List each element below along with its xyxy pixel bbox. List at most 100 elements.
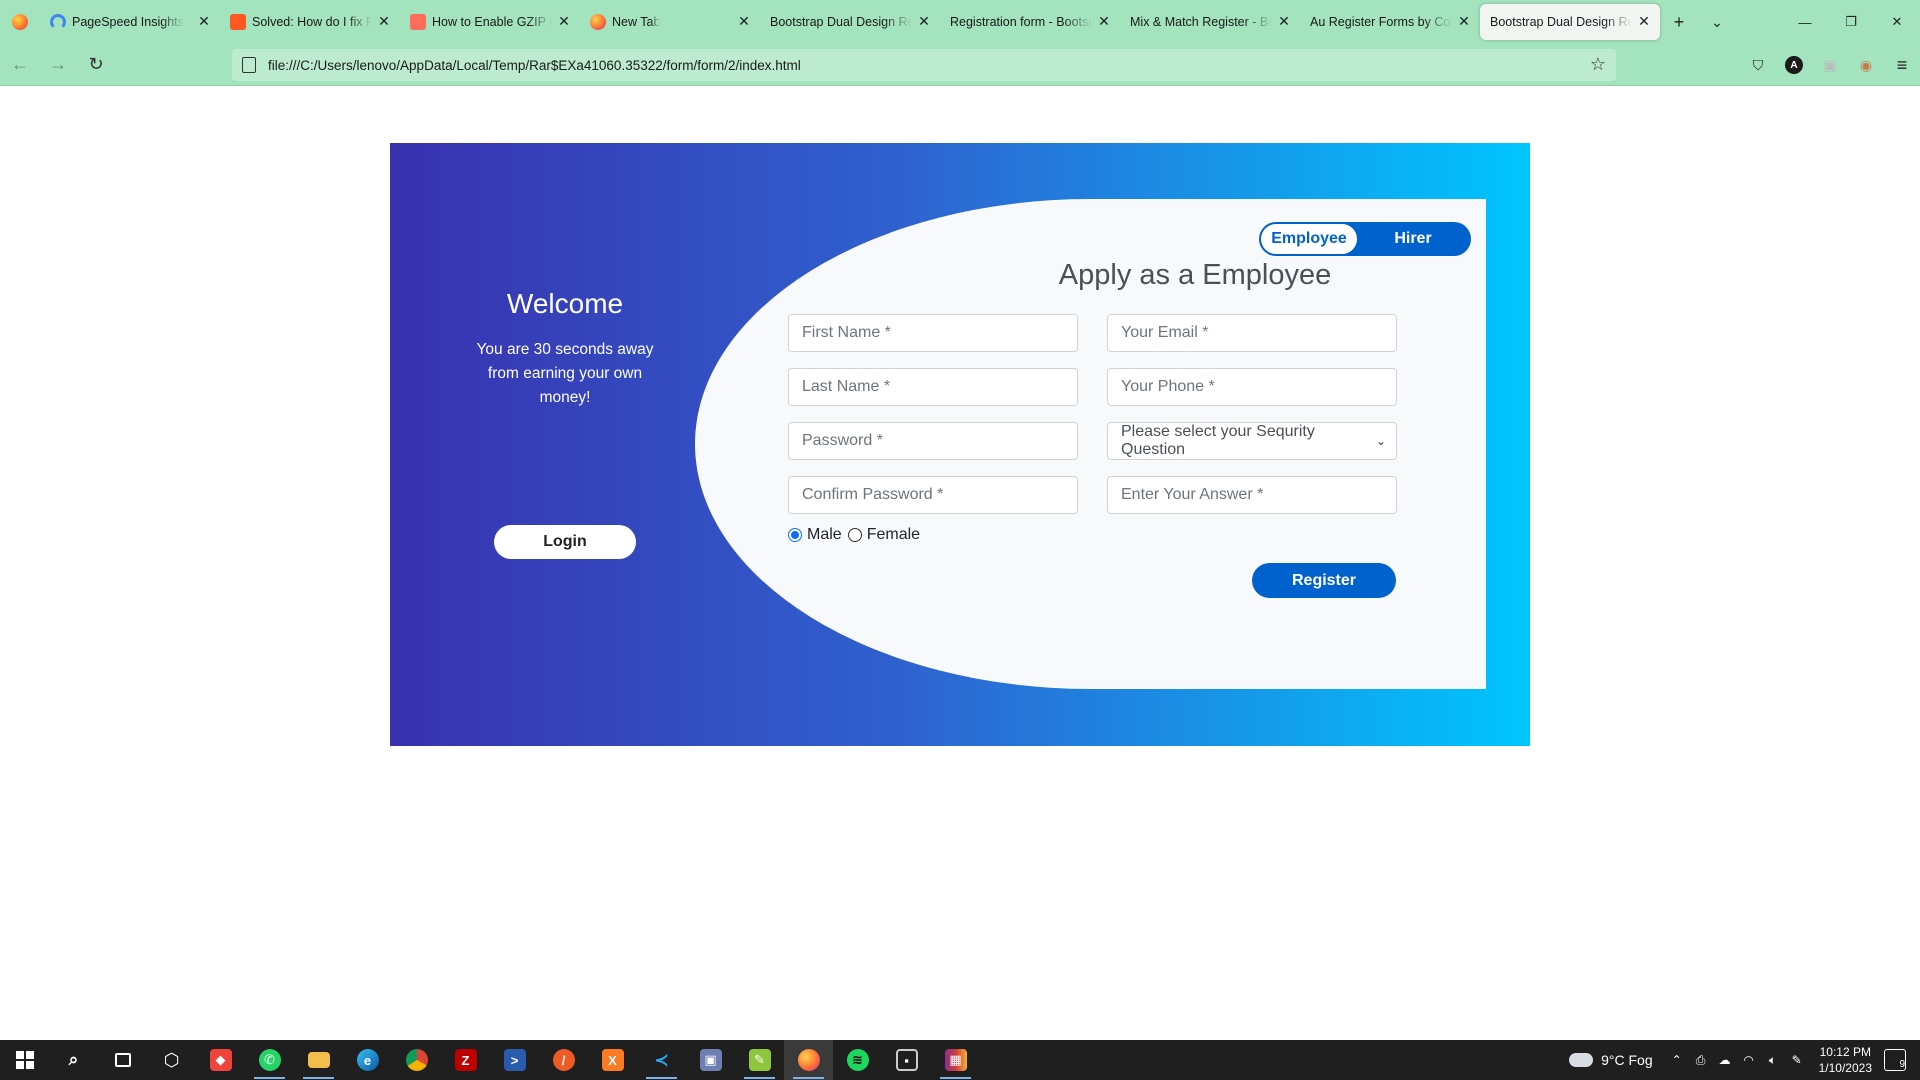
tab-title: Solved: How do I fix Pa — [252, 15, 372, 29]
male-label: Male — [807, 526, 842, 543]
password-input[interactable]: Password * — [788, 422, 1078, 460]
close-tab-icon[interactable]: ✕ — [1096, 13, 1112, 29]
minimize-icon[interactable]: — — [1782, 0, 1828, 44]
tab-solved[interactable]: Solved: How do I fix Pa ✕ — [220, 4, 400, 40]
tab-title: Mix & Match Register - Boo — [1130, 15, 1272, 29]
search-icon[interactable]: ⌕ — [49, 1040, 98, 1080]
spotify-icon[interactable]: ≋ — [833, 1040, 882, 1080]
close-tab-icon[interactable]: ✕ — [916, 13, 932, 29]
solved-icon — [230, 14, 246, 30]
clock-time: 10:12 PM — [1819, 1045, 1871, 1059]
virtualbox-icon[interactable]: ▣ — [686, 1040, 735, 1080]
confirm-password-input[interactable]: Confirm Password * — [788, 476, 1078, 514]
list-tabs-chevron-icon[interactable]: ⌄ — [1698, 6, 1736, 38]
wifi-icon[interactable]: ◠ — [1738, 1053, 1760, 1067]
female-radio[interactable] — [847, 528, 862, 542]
first-name-input[interactable]: First Name * — [788, 314, 1078, 352]
menu-hamburger-icon[interactable]: ≡ — [1884, 49, 1920, 81]
xampp-icon[interactable]: X — [588, 1040, 637, 1080]
register-card: Welcome You are 30 seconds away from ear… — [390, 143, 1530, 746]
male-radio[interactable] — [788, 528, 802, 542]
bookmark-star-icon[interactable]: ☆ — [1590, 54, 1606, 75]
form-panel: Employee Hirer Apply as a Employee First… — [695, 199, 1486, 689]
cloud-icon — [1569, 1053, 1594, 1067]
pen-icon[interactable]: ✎ — [1786, 1053, 1808, 1067]
answer-input[interactable]: Enter Your Answer * — [1107, 476, 1397, 514]
user-type-toggle[interactable]: Employee Hirer — [1259, 222, 1471, 256]
tab-bootstrap-dual[interactable]: Bootstrap Dual Design Reg ✕ — [760, 4, 940, 40]
login-button[interactable]: Login — [494, 525, 636, 559]
phone-placeholder: Your Phone * — [1121, 378, 1215, 395]
notepad-plus-icon[interactable]: ✎ — [735, 1040, 784, 1080]
powershell-icon[interactable]: > — [490, 1040, 539, 1080]
email-input[interactable]: Your Email * — [1107, 314, 1397, 352]
close-tab-icon[interactable]: ✕ — [736, 13, 752, 29]
tab-new-tab[interactable]: New Tab ✕ — [580, 4, 760, 40]
onedrive-icon[interactable]: ☁ — [1714, 1053, 1736, 1067]
clock[interactable]: 10:12 PM 1/10/2023 — [1819, 1044, 1872, 1076]
edge-icon[interactable]: e — [343, 1040, 392, 1080]
whatsapp-icon[interactable]: ✆ — [245, 1040, 294, 1080]
phone-input[interactable]: Your Phone * — [1107, 368, 1397, 406]
usb-icon[interactable]: ⎙ — [1690, 1053, 1712, 1068]
address-bar[interactable]: file:///C:/Users/lenovo/AppData/Local/Te… — [232, 49, 1616, 81]
security-question-select[interactable]: Please select your Sequrity Question ⌄ — [1107, 422, 1397, 460]
close-tab-icon[interactable]: ✕ — [556, 13, 572, 29]
toggle-employee[interactable]: Employee — [1261, 224, 1357, 254]
tab-title: Bootstrap Dual Design Reg — [770, 15, 912, 29]
chrome-icon[interactable] — [392, 1040, 441, 1080]
form-heading: Apply as a Employee — [1058, 259, 1332, 291]
postman-icon[interactable]: / — [539, 1040, 588, 1080]
pocket-icon[interactable]: ⛉ — [1740, 49, 1776, 81]
first-name-placeholder: First Name * — [802, 324, 891, 341]
extension-fox-icon[interactable]: ◉ — [1848, 49, 1884, 81]
firefox-taskbar-icon[interactable] — [784, 1040, 833, 1080]
welcome-text: You are 30 seconds away from earning you… — [476, 341, 654, 406]
tab-gzip[interactable]: How to Enable GZIP Co ✕ — [400, 4, 580, 40]
vscode-icon[interactable]: ≺ — [637, 1040, 686, 1080]
last-name-input[interactable]: Last Name * — [788, 368, 1078, 406]
account-avatar-icon[interactable]: A — [1785, 56, 1803, 74]
forward-arrow-icon[interactable]: → — [40, 49, 76, 81]
weather-widget[interactable]: 9°C Fog — [1569, 1052, 1653, 1068]
toggle-hirer[interactable]: Hirer — [1357, 224, 1469, 254]
tab-mix-match[interactable]: Mix & Match Register - Boo ✕ — [1120, 4, 1300, 40]
weather-text: 9°C Fog — [1601, 1052, 1653, 1068]
close-tab-icon[interactable]: ✕ — [1636, 13, 1652, 29]
answer-placeholder: Enter Your Answer * — [1121, 486, 1264, 503]
filezilla-icon[interactable]: Z — [441, 1040, 490, 1080]
terminal-app-icon[interactable]: ▪ — [882, 1040, 931, 1080]
winrar-icon[interactable]: ▦ — [931, 1040, 980, 1080]
3d-box-app-icon[interactable]: ⬡ — [147, 1040, 196, 1080]
clock-date: 1/10/2023 — [1818, 1061, 1872, 1075]
password-placeholder: Password * — [802, 432, 883, 449]
restore-icon[interactable]: ❐ — [1828, 0, 1874, 44]
start-windows-icon[interactable] — [0, 1040, 49, 1080]
tab-title: Au Register Forms by Colo — [1310, 15, 1452, 29]
close-tab-icon[interactable]: ✕ — [196, 13, 212, 29]
back-arrow-icon[interactable]: ← — [2, 49, 38, 81]
tab-title: Registration form - Bootsni — [950, 15, 1092, 29]
notification-center-icon[interactable]: 9 — [1884, 1049, 1906, 1071]
file-explorer-icon[interactable] — [294, 1040, 343, 1080]
pagespeed-icon — [50, 14, 66, 30]
register-button[interactable]: Register — [1252, 563, 1396, 598]
tab-pagespeed[interactable]: PageSpeed Insights ✕ — [40, 4, 220, 40]
close-tab-icon[interactable]: ✕ — [376, 13, 392, 29]
firefox-menu-icon[interactable] — [0, 0, 40, 44]
task-view-icon[interactable] — [98, 1040, 147, 1080]
reload-icon[interactable]: ↻ — [78, 49, 114, 81]
new-tab-plus-icon[interactable]: + — [1660, 6, 1698, 38]
tab-title: Bootstrap Dual Design Reg — [1490, 15, 1632, 29]
volume-icon[interactable]: 🔈︎ — [1762, 1053, 1784, 1068]
anydesk-icon[interactable]: ◆ — [196, 1040, 245, 1080]
tab-au-register[interactable]: Au Register Forms by Colo ✕ — [1300, 4, 1480, 40]
close-window-icon[interactable]: ✕ — [1874, 0, 1920, 44]
close-tab-icon[interactable]: ✕ — [1276, 13, 1292, 29]
close-tab-icon[interactable]: ✕ — [1456, 13, 1472, 29]
firefox-icon — [590, 14, 606, 30]
tab-registration-form[interactable]: Registration form - Bootsni ✕ — [940, 4, 1120, 40]
chevron-up-icon[interactable]: ⌃ — [1666, 1053, 1688, 1067]
extension-icon[interactable]: ▣ — [1812, 49, 1848, 81]
tab-active-bootstrap-dual[interactable]: Bootstrap Dual Design Reg ✕ — [1480, 4, 1660, 40]
